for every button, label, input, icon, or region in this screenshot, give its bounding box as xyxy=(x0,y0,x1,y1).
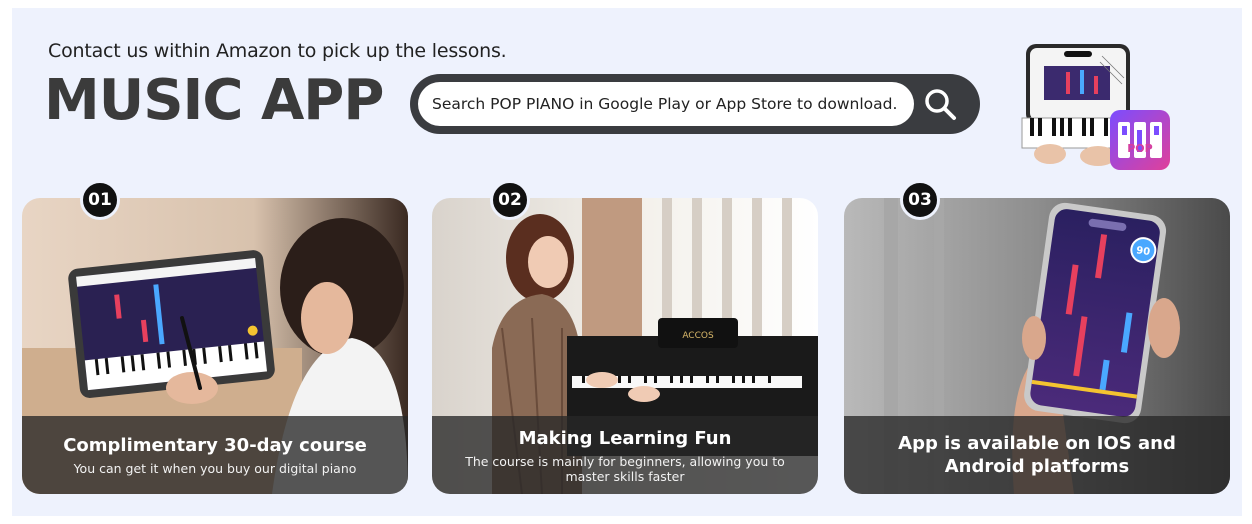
score-badge-text: 90 xyxy=(1135,245,1150,258)
search-icon[interactable] xyxy=(920,84,960,124)
card-title: Complimentary 30-day course xyxy=(63,435,367,456)
phone-app-illustration: POP xyxy=(1021,44,1170,170)
app-logo-text: POP xyxy=(1127,142,1152,155)
card-caption: Making Learning Fun The course is mainly… xyxy=(432,416,818,494)
card-title: App is available on IOS and Android plat… xyxy=(898,433,1176,477)
page-title: MUSIC APP xyxy=(44,68,384,133)
card-subtitle: You can get it when you buy our digital … xyxy=(73,461,357,476)
card-title: Making Learning Fun xyxy=(518,427,732,449)
step-badge-03: 03 xyxy=(900,180,940,220)
feature-card-course: Complimentary 30-day course You can get … xyxy=(22,198,408,494)
piano-brand-text: ACCOS xyxy=(682,331,714,341)
contact-text: Contact us within Amazon to pick up the … xyxy=(48,40,507,62)
search-bar[interactable]: Search POP PIANO in Google Play or App S… xyxy=(410,74,980,134)
step-badge-02: 02 xyxy=(490,180,530,220)
feature-card-learning: ACCOS Making Learning Fun The course is … xyxy=(432,198,818,494)
card-subtitle: The course is mainly for beginners, allo… xyxy=(465,453,785,484)
step-badge-01: 01 xyxy=(80,180,120,220)
music-app-banner: Contact us within Amazon to pick up the … xyxy=(12,8,1242,516)
search-input[interactable]: Search POP PIANO in Google Play or App S… xyxy=(418,82,914,126)
card-caption: App is available on IOS and Android plat… xyxy=(844,416,1230,494)
feature-card-platforms: 90 App is available on IOS and Android p… xyxy=(844,198,1230,494)
card-caption: Complimentary 30-day course You can get … xyxy=(22,416,408,494)
